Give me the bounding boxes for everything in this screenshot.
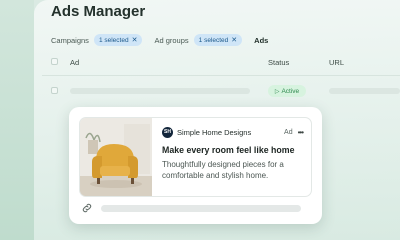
ad-info: SH Simple Home Designs Ad ••• Make every… xyxy=(162,126,304,181)
column-header-url[interactable]: URL xyxy=(329,58,344,67)
ad-label: Ad xyxy=(284,128,293,136)
status-label: Active xyxy=(281,87,300,95)
more-options-icon[interactable]: ••• xyxy=(298,128,304,137)
tab-ad-groups[interactable]: Ad groups xyxy=(154,36,188,45)
chip-label: 1 selected xyxy=(98,36,129,44)
armchair-illustration xyxy=(80,118,152,196)
column-header-status[interactable]: Status xyxy=(268,58,289,67)
ad-preview[interactable]: SH Simple Home Designs Ad ••• Make every… xyxy=(79,117,312,197)
header-divider xyxy=(42,75,400,76)
url-placeholder xyxy=(329,88,400,94)
link-icon xyxy=(82,203,92,213)
status-badge: ▷ Active xyxy=(268,85,306,97)
select-all-checkbox[interactable] xyxy=(51,58,58,65)
left-nav-strip xyxy=(0,0,34,240)
column-header-ad[interactable]: Ad xyxy=(70,58,79,67)
row-checkbox[interactable] xyxy=(51,87,58,94)
campaigns-selected-chip[interactable]: 1 selected ✕ xyxy=(93,34,143,46)
close-icon[interactable]: ✕ xyxy=(231,36,237,44)
ad-preview-card: SH Simple Home Designs Ad ••• Make every… xyxy=(69,107,322,224)
close-icon[interactable]: ✕ xyxy=(132,36,138,44)
tab-bar: Campaigns 1 selected ✕ Ad groups 1 selec… xyxy=(51,34,268,46)
url-row xyxy=(81,202,301,214)
brand-row: SH Simple Home Designs Ad ••• xyxy=(162,126,304,138)
play-icon: ▷ xyxy=(274,88,280,95)
chip-label: 1 selected xyxy=(198,36,229,44)
ad-groups-selected-chip[interactable]: 1 selected ✕ xyxy=(193,34,243,46)
tab-campaigns[interactable]: Campaigns xyxy=(51,36,89,45)
ad-description: Thoughtfully designed pieces for a comfo… xyxy=(162,160,284,180)
ad-headline: Make every room feel like home xyxy=(162,145,295,155)
ad-name-placeholder xyxy=(70,88,250,94)
brand-logo: SH xyxy=(162,126,173,138)
ad-image xyxy=(80,118,152,196)
url-placeholder xyxy=(101,204,301,212)
brand-name: Simple Home Designs xyxy=(177,127,252,137)
tab-ads[interactable]: Ads xyxy=(254,36,268,45)
page-title: Ads Manager xyxy=(51,3,146,20)
